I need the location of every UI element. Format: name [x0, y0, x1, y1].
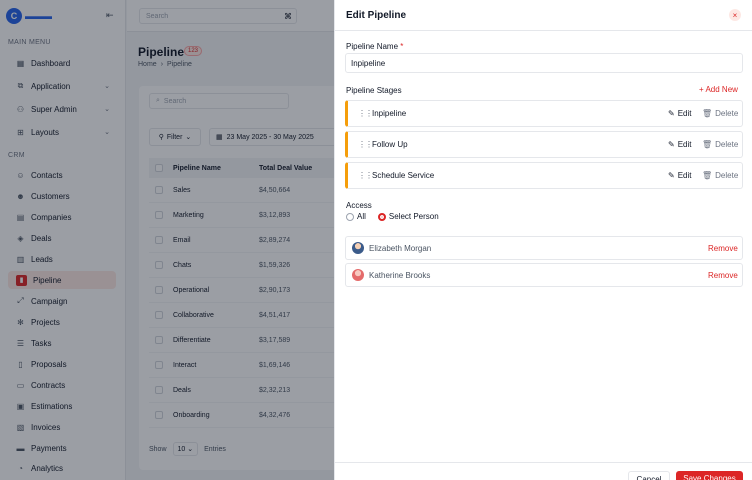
- edit-icon: ✎: [668, 171, 675, 180]
- trash-icon: 🗑: [702, 140, 713, 149]
- assigned-person-row: Katherine Brooks Remove: [345, 263, 743, 287]
- edit-label: Edit: [677, 109, 692, 118]
- delete-stage-button[interactable]: 🗑 Delete: [702, 140, 738, 149]
- modal-title: Edit Pipeline: [346, 10, 407, 21]
- delete-label: Delete: [715, 140, 739, 149]
- delete-label: Delete: [715, 171, 739, 180]
- delete-stage-button[interactable]: 🗑 Delete: [702, 109, 738, 118]
- access-all-radio[interactable]: [346, 212, 354, 221]
- pipeline-stage-row[interactable]: ⋮⋮ Inpipeline ✎ Edit 🗑 Delete: [345, 100, 743, 127]
- avatar: [352, 269, 364, 281]
- access-radio-group: All Select Person: [346, 212, 439, 221]
- remove-person-button[interactable]: Remove: [708, 244, 738, 253]
- access-select-person-radio[interactable]: [377, 212, 386, 221]
- edit-pipeline-drawer: Edit Pipeline × Pipeline Name * Pipeline…: [334, 0, 752, 480]
- access-select-person-label[interactable]: Select Person: [389, 212, 439, 221]
- remove-person-button[interactable]: Remove: [708, 271, 738, 280]
- edit-label: Edit: [677, 140, 692, 149]
- access-label: Access: [346, 201, 372, 210]
- edit-stage-button[interactable]: ✎ Edit: [668, 140, 692, 149]
- delete-label: Delete: [715, 109, 739, 118]
- stage-name: Inpipeline: [372, 109, 407, 118]
- trash-icon: 🗑: [702, 109, 713, 118]
- drag-handle-icon[interactable]: ⋮⋮: [358, 171, 373, 180]
- pipeline-name-label-text: Pipeline Name: [346, 42, 399, 51]
- edit-icon: ✎: [668, 109, 675, 118]
- delete-stage-button[interactable]: 🗑 Delete: [702, 171, 738, 180]
- person-name: Katherine Brooks: [369, 271, 431, 280]
- cancel-button[interactable]: Cancel: [628, 471, 670, 480]
- add-new-stage-button[interactable]: + Add New: [699, 85, 738, 94]
- close-icon[interactable]: ×: [729, 9, 741, 21]
- save-changes-button[interactable]: Save Changes: [676, 471, 743, 480]
- pipeline-stages-label: Pipeline Stages: [346, 86, 402, 95]
- avatar: [352, 242, 364, 254]
- person-name: Elizabeth Morgan: [369, 244, 432, 253]
- drag-handle-icon[interactable]: ⋮⋮: [358, 140, 373, 149]
- assigned-person-row: Elizabeth Morgan Remove: [345, 236, 743, 260]
- access-all-label[interactable]: All: [357, 212, 366, 221]
- pipeline-stage-row[interactable]: ⋮⋮ Follow Up ✎ Edit 🗑 Delete: [345, 131, 743, 158]
- edit-stage-button[interactable]: ✎ Edit: [668, 171, 692, 180]
- modal-header: Edit Pipeline ×: [335, 0, 752, 31]
- edit-icon: ✎: [668, 140, 675, 149]
- pipeline-name-input[interactable]: [345, 53, 743, 73]
- edit-label: Edit: [677, 171, 692, 180]
- drag-handle-icon[interactable]: ⋮⋮: [358, 109, 373, 118]
- edit-stage-button[interactable]: ✎ Edit: [668, 109, 692, 118]
- trash-icon: 🗑: [702, 171, 713, 180]
- stage-name: Follow Up: [372, 140, 408, 149]
- modal-footer: Cancel Save Changes: [335, 462, 752, 480]
- pipeline-stage-row[interactable]: ⋮⋮ Schedule Service ✎ Edit 🗑 Delete: [345, 162, 743, 189]
- pipeline-name-label: Pipeline Name *: [346, 42, 403, 51]
- stage-name: Schedule Service: [372, 171, 435, 180]
- required-mark: *: [400, 42, 404, 51]
